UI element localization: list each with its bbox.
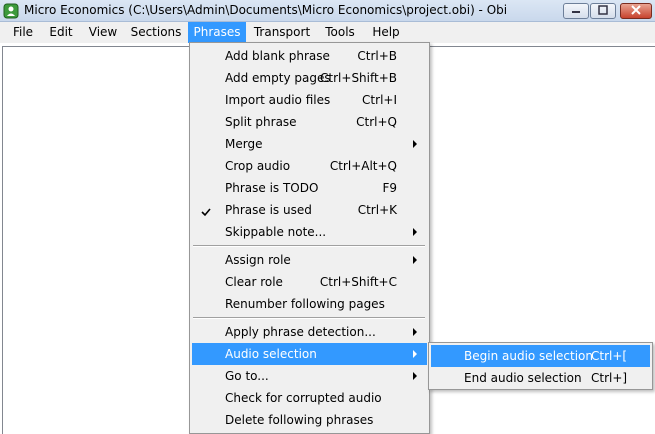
menu-item-end-audio-selection[interactable]: End audio selection Ctrl+] bbox=[431, 367, 650, 389]
menu-item-merge[interactable]: Merge bbox=[192, 133, 427, 155]
maximize-button[interactable] bbox=[590, 3, 616, 19]
menu-item-clear-role[interactable]: Clear role Ctrl+Shift+C bbox=[192, 271, 427, 293]
menu-item-import-audio-files[interactable]: Import audio files Ctrl+I bbox=[192, 89, 427, 111]
menu-item-check-corrupted-audio[interactable]: Check for corrupted audio bbox=[192, 387, 427, 409]
menu-item-phrase-is-todo[interactable]: Phrase is TODO F9 bbox=[192, 177, 427, 199]
submenu-arrow-icon bbox=[413, 328, 417, 336]
obi-app-icon bbox=[3, 3, 19, 19]
submenu-arrow-icon bbox=[413, 140, 417, 148]
menu-tools[interactable]: Tools bbox=[318, 22, 362, 43]
menu-item-renumber-following-pages[interactable]: Renumber following pages bbox=[192, 293, 427, 315]
menu-item-go-to[interactable]: Go to... bbox=[192, 365, 427, 387]
menu-item-assign-role[interactable]: Assign role bbox=[192, 249, 427, 271]
checkmark-icon bbox=[200, 203, 212, 217]
phrases-menu: Add blank phrase Ctrl+B Add empty pages … bbox=[189, 42, 430, 434]
menu-item-audio-selection[interactable]: Audio selection bbox=[192, 343, 427, 365]
menu-item-delete-following-phrases[interactable]: Delete following phrases bbox=[192, 409, 427, 431]
minimize-icon bbox=[571, 4, 581, 18]
menu-edit[interactable]: Edit bbox=[44, 22, 78, 43]
menu-bar: File Edit View Sections Phrases Transpor… bbox=[0, 22, 655, 43]
menu-transport[interactable]: Transport bbox=[248, 22, 316, 43]
minimize-button[interactable] bbox=[563, 3, 589, 19]
submenu-arrow-icon bbox=[413, 372, 417, 380]
close-button[interactable] bbox=[620, 3, 652, 19]
window-title: Micro Economics (C:\Users\Admin\Document… bbox=[24, 3, 508, 17]
menu-view[interactable]: View bbox=[84, 22, 122, 43]
menu-sections[interactable]: Sections bbox=[126, 22, 186, 43]
menu-separator bbox=[193, 317, 425, 319]
menu-item-add-blank-phrase[interactable]: Add blank phrase Ctrl+B bbox=[192, 45, 427, 67]
submenu-arrow-icon bbox=[413, 350, 417, 358]
menu-file[interactable]: File bbox=[6, 22, 40, 43]
menu-separator bbox=[193, 245, 425, 247]
menu-item-apply-phrase-detection[interactable]: Apply phrase detection... bbox=[192, 321, 427, 343]
menu-item-skippable-note[interactable]: Skippable note... bbox=[192, 221, 427, 243]
menu-item-split-phrase[interactable]: Split phrase Ctrl+Q bbox=[192, 111, 427, 133]
menu-item-crop-audio[interactable]: Crop audio Ctrl+Alt+Q bbox=[192, 155, 427, 177]
menu-item-add-empty-pages[interactable]: Add empty pages Ctrl+Shift+B bbox=[192, 67, 427, 89]
submenu-arrow-icon bbox=[413, 256, 417, 264]
menu-phrases[interactable]: Phrases bbox=[188, 22, 246, 43]
close-icon bbox=[631, 4, 641, 18]
title-bar[interactable]: Micro Economics (C:\Users\Admin\Document… bbox=[0, 0, 655, 22]
maximize-icon bbox=[598, 4, 608, 18]
menu-item-phrase-is-used[interactable]: Phrase is used Ctrl+K bbox=[192, 199, 427, 221]
menu-item-begin-audio-selection[interactable]: Begin audio selection Ctrl+[ bbox=[431, 345, 650, 367]
submenu-arrow-icon bbox=[413, 228, 417, 236]
menu-help[interactable]: Help bbox=[366, 22, 406, 43]
audio-selection-submenu: Begin audio selection Ctrl+[ End audio s… bbox=[428, 342, 653, 390]
